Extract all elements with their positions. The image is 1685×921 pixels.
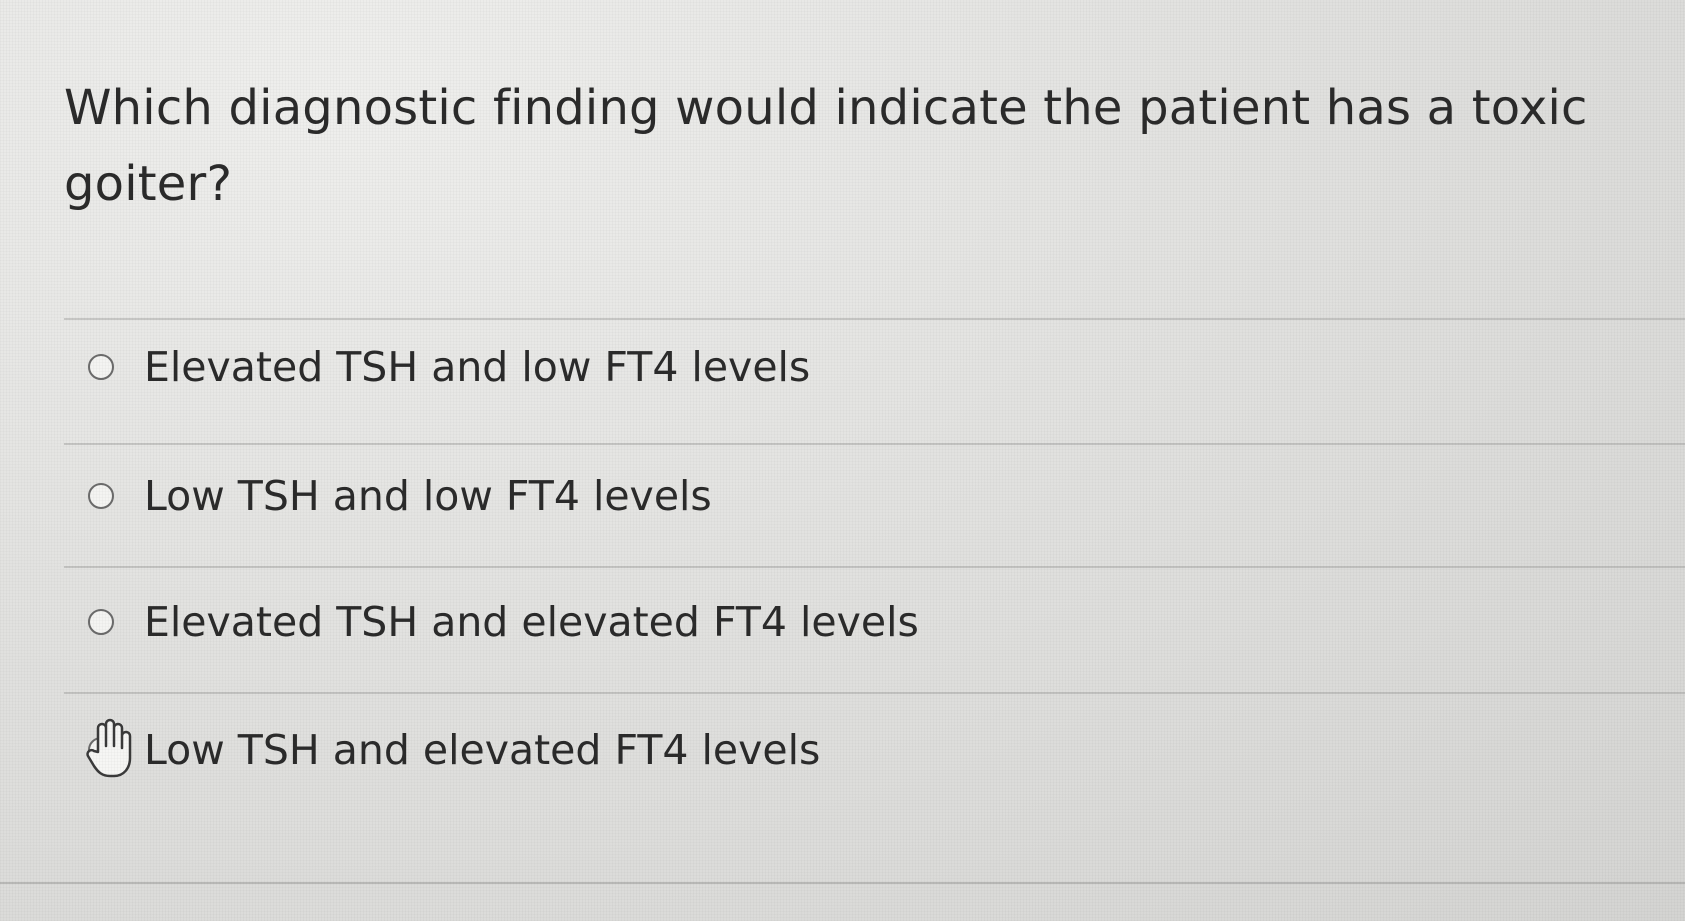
divider — [64, 443, 1685, 445]
question-text: Which diagnostic finding would indicate … — [64, 80, 1588, 212]
quiz-screen: Which diagnostic finding would indicate … — [0, 0, 1685, 921]
answer-option-label: Elevated TSH and low FT4 levels — [144, 343, 811, 391]
divider — [64, 566, 1685, 568]
answer-option-label: Low TSH and low FT4 levels — [144, 472, 712, 520]
hand-pointer-icon — [86, 718, 132, 778]
divider — [64, 692, 1685, 694]
radio-button[interactable] — [88, 354, 114, 380]
answer-option-2[interactable]: Low TSH and low FT4 levels — [88, 466, 712, 526]
answer-option-label: Low TSH and elevated FT4 levels — [144, 726, 821, 774]
divider — [64, 318, 1685, 320]
radio-button[interactable] — [88, 609, 114, 635]
answer-option-3[interactable]: Elevated TSH and elevated FT4 levels — [88, 592, 919, 652]
answer-option-1[interactable]: Elevated TSH and low FT4 levels — [88, 337, 810, 397]
divider — [0, 882, 1685, 884]
answer-option-label: Elevated TSH and elevated FT4 levels — [144, 598, 919, 646]
radio-button[interactable] — [88, 483, 114, 509]
answer-option-4[interactable]: Low TSH and elevated FT4 levels — [88, 720, 820, 780]
